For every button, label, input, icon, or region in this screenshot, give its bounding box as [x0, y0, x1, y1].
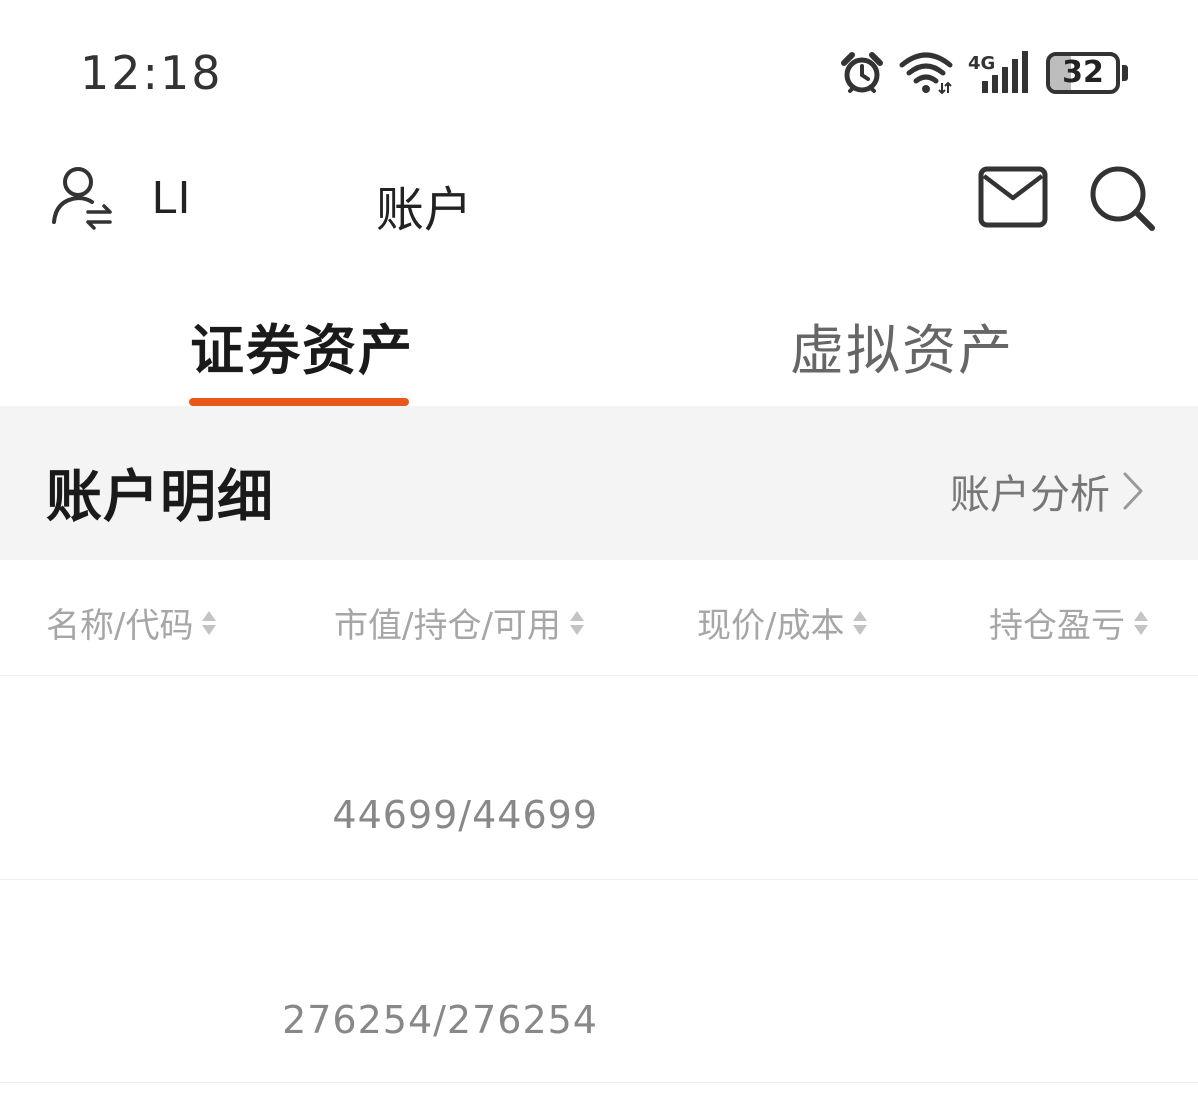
signal-icon: 4G — [968, 51, 1028, 93]
status-icons: 4G 32 — [840, 48, 1128, 98]
sort-icon — [1134, 610, 1148, 635]
account-analysis-label: 账户分析 — [950, 472, 1110, 518]
account-user-name[interactable]: LI — [152, 170, 190, 224]
column-label: 持仓盈亏 — [989, 606, 1125, 646]
asset-tabs: 证券资产 虚拟资产 — [0, 290, 1198, 406]
status-time: 12:18 — [80, 46, 223, 100]
column-label: 现价/成本 — [697, 606, 845, 646]
table-row[interactable]: 44699/44699 — [0, 677, 1198, 880]
alarm-icon — [841, 52, 883, 93]
sort-icon — [569, 610, 584, 635]
account-analysis-link[interactable]: 账户分析 — [950, 462, 1144, 520]
row-name — [46, 727, 246, 767]
column-label: 名称/代码 — [46, 606, 194, 646]
page-title: 账户 — [376, 182, 473, 238]
chevron-right-icon — [1123, 472, 1143, 510]
row-holdings-available: 276254/276254 — [282, 998, 598, 1042]
active-tab-indicator — [189, 398, 409, 406]
table-header: 名称/代码 市值/持仓/可用 现价/成本 持仓盈亏 — [0, 560, 1198, 676]
column-price-cost[interactable]: 现价/成本 — [697, 598, 868, 647]
sort-icon — [853, 610, 868, 635]
account-details-section: 账户明细 账户分析 — [0, 406, 1198, 560]
battery-level: 32 — [1062, 55, 1104, 90]
tab-securities-assets[interactable]: 证券资产 — [190, 306, 414, 385]
sort-icon — [202, 610, 217, 635]
status-bar: 12:18 4G 32 — [0, 0, 1198, 150]
wifi-icon — [899, 52, 953, 95]
section-title: 账户明细 — [46, 465, 274, 530]
user-switch-icon[interactable] — [50, 164, 116, 230]
row-name — [46, 930, 246, 970]
mail-icon[interactable] — [978, 166, 1048, 228]
tab-virtual-assets[interactable]: 虚拟资产 — [790, 306, 1014, 385]
column-position-pnl[interactable]: 持仓盈亏 — [989, 598, 1149, 647]
column-label: 市值/持仓/可用 — [334, 606, 561, 646]
app-header: LI 账户 — [0, 150, 1198, 250]
search-icon[interactable] — [1088, 164, 1156, 232]
battery-icon: 32 — [1046, 52, 1128, 94]
table-row[interactable]: 276254/276254 — [0, 880, 1198, 1083]
row-holdings-available: 44699/44699 — [332, 793, 598, 837]
column-market-value[interactable]: 市值/持仓/可用 — [334, 598, 585, 647]
column-name-code[interactable]: 名称/代码 — [46, 598, 217, 647]
network-type-label: 4G — [968, 53, 995, 74]
